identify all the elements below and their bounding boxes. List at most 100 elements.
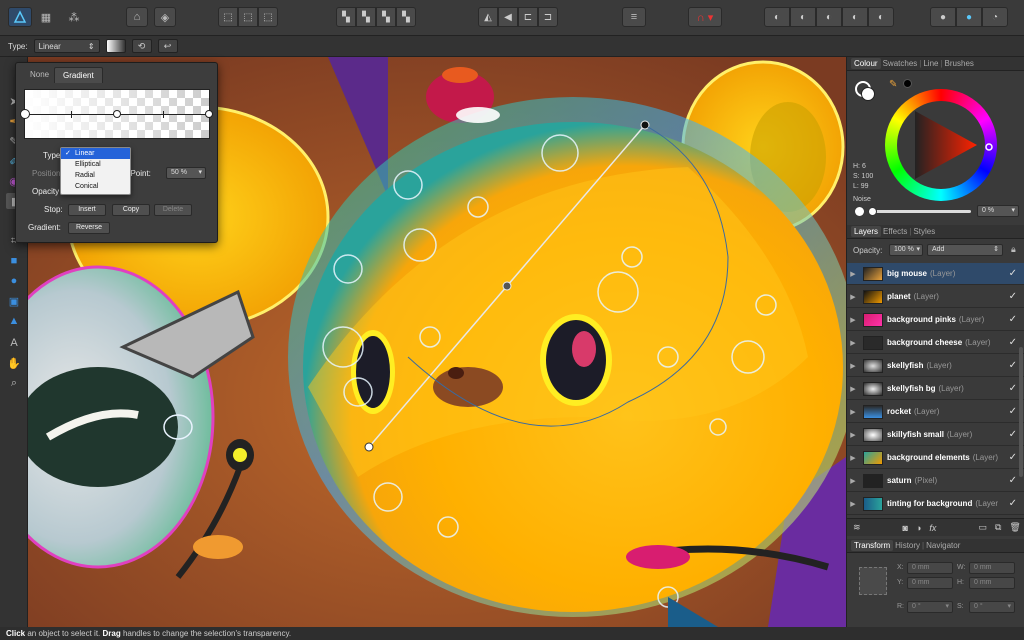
text-tool-icon[interactable]: A (6, 335, 22, 351)
fill-swatch[interactable] (861, 87, 875, 101)
expand-arrow-icon[interactable]: ▶ (847, 339, 859, 347)
gradient-stop-mid[interactable] (113, 110, 121, 118)
expand-arrow-icon[interactable]: ▶ (847, 385, 859, 393)
tab-brushes[interactable]: Brushes (945, 59, 974, 68)
triangle-tool-icon[interactable]: ▲ (6, 313, 22, 329)
intersect-shapes-icon[interactable]: ◐ (816, 7, 842, 27)
x-field[interactable]: 0 mm (907, 562, 953, 574)
trash-icon[interactable]: 🗑︎ (1009, 522, 1020, 533)
insert-stop-button[interactable]: Insert (68, 204, 106, 216)
align-icon[interactable]: ≡ (622, 7, 646, 27)
gradient-preview[interactable] (20, 89, 213, 139)
flip-horizontal-icon[interactable]: ◭ (478, 7, 498, 27)
layer-row[interactable]: ▶ tinting for background (Layer ✓ (847, 493, 1024, 515)
rotate-left-icon[interactable]: ⊏ (518, 7, 538, 27)
visibility-checkmark-icon[interactable]: ✓ (1009, 498, 1017, 509)
tab-transform[interactable]: Transform (851, 540, 894, 551)
layer-row[interactable]: ▶ background pinks (Layer) ✓ (847, 309, 1024, 331)
layer-row[interactable]: ▶ saturn (Pixel) ✓ (847, 470, 1024, 492)
expand-arrow-icon[interactable]: ▶ (847, 316, 859, 324)
layer-row[interactable]: ▶ background elements (Layer) ✓ (847, 447, 1024, 469)
layer-row[interactable]: ▶ planet (Layer) ✓ (847, 286, 1024, 308)
expand-arrow-icon[interactable]: ▶ (847, 477, 859, 485)
rectangle-tool-icon[interactable]: ■ (6, 253, 22, 269)
noise-slider-knob-left[interactable] (855, 207, 864, 216)
layer-row[interactable]: ▶ big mouse (Layer) ✓ (847, 263, 1024, 285)
visibility-checkmark-icon[interactable]: ✓ (1009, 429, 1017, 440)
midpoint-field[interactable]: 50 % ▾ (166, 167, 206, 179)
noise-slider-thumb[interactable] (868, 207, 877, 216)
noise-field[interactable]: 0 % ▾ (977, 205, 1019, 217)
layer-row[interactable]: ▶ background cheese (Layer) ✓ (847, 332, 1024, 354)
visibility-checkmark-icon[interactable]: ✓ (1009, 406, 1017, 417)
arrange-backward-icon[interactable]: ▚ (356, 7, 376, 27)
tab-none[interactable]: None (22, 67, 57, 83)
lock-icon[interactable]: 🔒︎ (1011, 244, 1016, 255)
layer-row[interactable]: ▶ skellyfish (Layer) ✓ (847, 355, 1024, 377)
divide-shapes-icon[interactable]: ◐ (868, 7, 894, 27)
expand-arrow-icon[interactable]: ▶ (847, 293, 859, 301)
pixel-persona-icon[interactable]: ▦ (36, 7, 56, 27)
type-select[interactable]: Linear ⇕ (33, 39, 100, 53)
dropdown-option-elliptical[interactable]: Elliptical (61, 159, 130, 170)
gradient-stop-start[interactable] (20, 109, 30, 119)
arrange-front-icon[interactable]: ▚ (396, 7, 416, 27)
expand-arrow-icon[interactable]: ▶ (847, 362, 859, 370)
colour-wheel[interactable] (885, 89, 997, 201)
shear-field[interactable]: 0 ° ▾ (969, 601, 1015, 613)
tab-effects[interactable]: Effects (883, 227, 907, 236)
snapping-magnet-icon[interactable]: ∩ ▾ (688, 7, 722, 27)
anchor-point-selector[interactable] (859, 567, 887, 595)
arrange-forward-icon[interactable]: ▚ (376, 7, 396, 27)
layer-row[interactable]: ▶ skellyfish bg (Layer) ✓ (847, 378, 1024, 400)
expand-arrow-icon[interactable]: ▶ (847, 500, 859, 508)
ellipse-tool-icon[interactable]: ● (6, 273, 22, 289)
visibility-checkmark-icon[interactable]: ✓ (1009, 337, 1017, 348)
tab-swatches[interactable]: Swatches (883, 59, 918, 68)
fill-stroke-icon[interactable] (855, 81, 877, 103)
layers-scrollbar[interactable] (1019, 347, 1023, 477)
reverse-button[interactable]: Reverse (68, 222, 110, 234)
delete-stop-button[interactable]: Delete (154, 204, 192, 216)
dropdown-option-radial[interactable]: Radial (61, 170, 130, 181)
gradient-midpoint[interactable] (163, 111, 164, 118)
tab-navigator[interactable]: Navigator (926, 541, 960, 550)
document-icon[interactable]: ⌂ (126, 7, 148, 27)
arrange-back-icon[interactable]: ▚ (336, 7, 356, 27)
expand-arrow-icon[interactable]: ▶ (847, 454, 859, 462)
gradient-stop-end[interactable] (205, 110, 213, 118)
rounded-rect-tool-icon[interactable]: ▣ (6, 293, 22, 309)
rotate-right-icon[interactable]: ⊐ (538, 7, 558, 27)
export-persona-icon[interactable]: ⁂ (64, 7, 84, 27)
affinity-logo-icon[interactable] (8, 7, 32, 27)
tab-styles[interactable]: Styles (913, 227, 935, 236)
view-mode-icon[interactable]: ⬚ (218, 7, 238, 27)
mask-icon[interactable]: ◙ (903, 523, 908, 533)
visibility-checkmark-icon[interactable]: ✓ (1009, 360, 1017, 371)
view-mode-icon[interactable]: ⬚ (238, 7, 258, 27)
fx-icon[interactable]: fx (929, 523, 936, 533)
noise-slider[interactable] (868, 207, 971, 216)
view-mode-icon[interactable]: ⬚ (258, 7, 278, 27)
colour-triangle[interactable] (885, 89, 997, 201)
dropdown-option-conical[interactable]: Conical (61, 181, 130, 192)
preferences-icon[interactable]: ◈ (154, 7, 176, 27)
visibility-checkmark-icon[interactable]: ✓ (1009, 291, 1017, 302)
dropdown-option-linear[interactable]: ✓ Linear (61, 148, 130, 159)
y-field[interactable]: 0 mm (907, 577, 953, 589)
gradient-swatch[interactable] (105, 39, 126, 53)
layer-opacity-field[interactable]: 100 % ▾ (889, 244, 923, 256)
quick-fx-icon[interactable]: ● (956, 7, 982, 27)
h-field[interactable]: 0 mm (969, 577, 1015, 589)
expand-arrow-icon[interactable]: ▶ (847, 270, 859, 278)
tab-history[interactable]: History (895, 541, 920, 550)
tab-colour[interactable]: Colour (851, 58, 881, 69)
xor-shapes-icon[interactable]: ◐ (842, 7, 868, 27)
layers-stack-icon[interactable]: ≋ (853, 522, 861, 533)
flip-vertical-icon[interactable]: ◀ (498, 7, 518, 27)
tab-gradient[interactable]: Gradient (54, 67, 103, 83)
visibility-checkmark-icon[interactable]: ✓ (1009, 314, 1017, 325)
expand-arrow-icon[interactable]: ▶ (847, 408, 859, 416)
visibility-checkmark-icon[interactable]: ✓ (1009, 452, 1017, 463)
adjustment-icon[interactable]: ◑ (916, 523, 921, 533)
